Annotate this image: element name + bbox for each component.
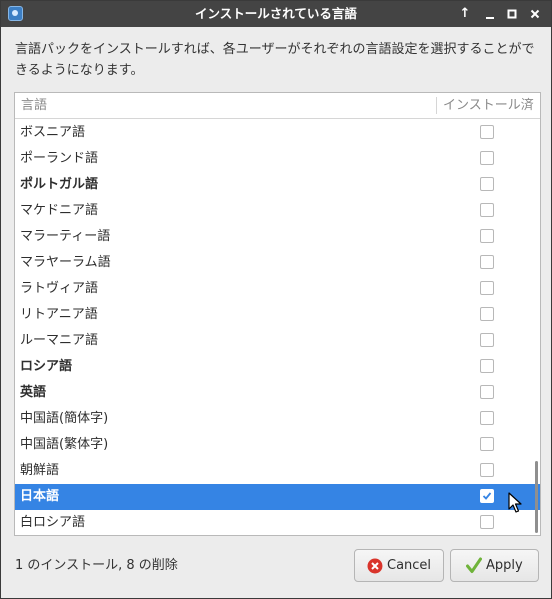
language-name: 英語 <box>20 385 47 400</box>
language-name: 朝鮮語 <box>20 463 60 478</box>
language-name: 中国語(簡体字) <box>20 411 109 426</box>
list-item[interactable]: リトアニア語 <box>15 302 540 328</box>
list-item[interactable]: ボスニア語 <box>15 120 540 146</box>
language-name: ロシア語 <box>20 359 73 374</box>
list-item[interactable]: 中国語(繁体字) <box>15 432 540 458</box>
language-name: ラトヴィア語 <box>20 281 99 296</box>
list-item[interactable]: 朝鮮語 <box>15 458 540 484</box>
mouse-cursor-icon <box>508 492 522 513</box>
list-item[interactable]: マラーティー語 <box>15 224 540 250</box>
language-name: マラヤーラム語 <box>20 255 111 270</box>
list-item[interactable]: マケドニア語 <box>15 198 540 224</box>
dialog-window: インストールされている言語 ↑ 言語パックをインストールすれば、各ユーザーがそれ… <box>0 0 552 599</box>
list-item[interactable]: ルーマニア語 <box>15 328 540 354</box>
installed-checkbox[interactable] <box>480 125 494 139</box>
installed-checkbox[interactable] <box>480 281 494 295</box>
language-name: ボスニア語 <box>20 125 86 140</box>
list-item[interactable]: 日本語 <box>15 484 540 510</box>
list-item[interactable]: 白ロシア語 <box>15 510 540 535</box>
installed-checkbox[interactable] <box>480 515 494 529</box>
column-header-language[interactable]: 言語 <box>21 93 47 118</box>
list-item[interactable]: 英語 <box>15 380 540 406</box>
list-item[interactable]: マラヤーラム語 <box>15 250 540 276</box>
installed-checkbox[interactable] <box>480 385 494 399</box>
checkmark-icon <box>466 557 482 573</box>
cancel-button[interactable]: Cancel <box>354 549 444 582</box>
list-item[interactable]: ロシア語 <box>15 354 540 380</box>
installed-checkbox[interactable] <box>480 203 494 217</box>
installed-checkbox[interactable] <box>480 151 494 165</box>
language-name: マラーティー語 <box>20 229 111 244</box>
list-item[interactable]: 中国語(簡体字) <box>15 406 540 432</box>
close-button[interactable] <box>526 5 544 23</box>
language-name: 日本語 <box>20 489 60 504</box>
installed-checkbox[interactable] <box>480 229 494 243</box>
status-text: 1 のインストール, 8 の削除 <box>15 558 178 573</box>
language-name: ルーマニア語 <box>20 333 99 348</box>
check-icon <box>482 492 492 500</box>
cancel-icon <box>367 558 383 574</box>
column-header-installed[interactable]: インストール済 <box>443 93 534 118</box>
column-divider <box>436 97 437 114</box>
language-name: ポーランド語 <box>20 151 99 166</box>
minimize-button[interactable] <box>481 5 499 23</box>
installed-checkbox[interactable] <box>480 437 494 451</box>
installed-checkbox[interactable] <box>480 307 494 321</box>
installed-checkbox[interactable] <box>480 255 494 269</box>
installed-checkbox[interactable] <box>480 489 494 503</box>
minimize-icon <box>486 17 494 19</box>
language-name: ポルトガル語 <box>20 177 99 192</box>
installed-checkbox[interactable] <box>480 411 494 425</box>
list-header: 言語 インストール済 <box>15 93 540 119</box>
apply-label: Apply <box>486 558 523 573</box>
close-icon <box>530 9 540 19</box>
language-name: リトアニア語 <box>20 307 98 322</box>
language-list[interactable]: 言語 インストール済 ボスニア語ポーランド語 ポルトガル語 マケドニア語 マラーティー… <box>14 92 541 536</box>
title-bar[interactable]: インストールされている言語 ↑ <box>1 1 551 27</box>
language-name: 白ロシア語 <box>20 515 86 530</box>
maximize-icon <box>507 9 517 19</box>
description-text: 言語パックをインストールすれば、各ユーザーがそれぞれの言語設定を選択することがで… <box>15 42 535 78</box>
language-name: 中国語(繁体字) <box>20 437 109 452</box>
list-item[interactable]: ラトヴィア語 <box>15 276 540 302</box>
list-item[interactable]: ポルトガル語 <box>15 172 540 198</box>
list-item[interactable]: ポーランド語 <box>15 146 540 172</box>
cancel-label: Cancel <box>387 558 432 573</box>
keep-above-button[interactable]: ↑ <box>456 5 474 23</box>
installed-checkbox[interactable] <box>480 359 494 373</box>
language-name: マケドニア語 <box>20 203 99 218</box>
scrollbar-thumb[interactable] <box>535 461 538 533</box>
installed-checkbox[interactable] <box>480 463 494 477</box>
installed-checkbox[interactable] <box>480 177 494 191</box>
maximize-button[interactable] <box>503 5 521 23</box>
list-rows: ボスニア語ポーランド語 ポルトガル語 マケドニア語 マラーティー語 マラヤーラム語 ラトヴ… <box>15 120 540 535</box>
installed-checkbox[interactable] <box>480 333 494 347</box>
apply-button[interactable]: Apply <box>450 549 539 582</box>
